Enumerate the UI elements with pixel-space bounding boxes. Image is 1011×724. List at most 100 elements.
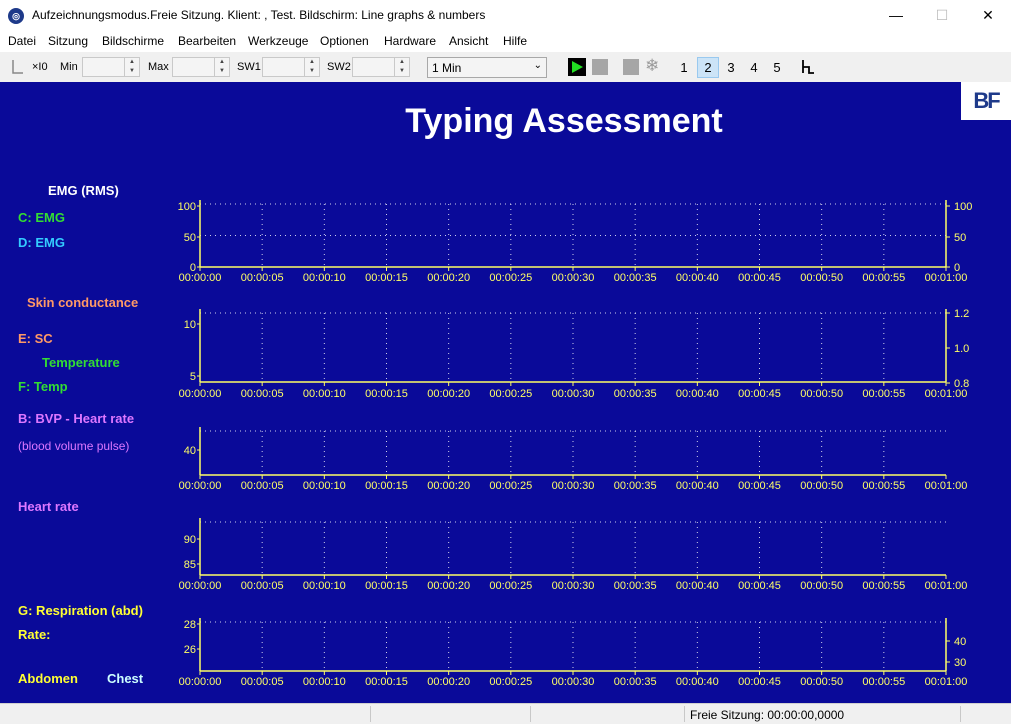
freeze-icon[interactable]: ❄ <box>645 56 659 76</box>
screen-2-button[interactable]: 2 <box>697 57 719 78</box>
menu-hardware[interactable]: Hardware <box>384 34 436 48</box>
menu-optionen[interactable]: Optionen <box>320 34 369 48</box>
stop-button[interactable] <box>592 59 608 75</box>
x-tick-label: 00:00:35 <box>614 480 657 492</box>
status-bar: Freie Sitzung: 00:00:00,0000 <box>0 703 1011 724</box>
menu-ansicht[interactable]: Ansicht <box>449 34 488 48</box>
x-tick-label: 00:00:20 <box>427 480 470 492</box>
x10-label[interactable]: ×I0 <box>32 61 48 73</box>
scale-icon[interactable] <box>10 59 24 75</box>
x-tick-label: 00:00:00 <box>179 580 222 592</box>
x-tick-label: 00:00:40 <box>676 580 719 592</box>
display-screen: Typing Assessment BF EMG (RMS) C: EMG D:… <box>0 82 1011 703</box>
x-tick-label: 00:00:20 <box>427 388 470 400</box>
x-tick-label: 00:00:15 <box>365 676 408 688</box>
maximize-button[interactable]: ☐ <box>919 0 965 31</box>
menu-bar: Datei Sitzung Bildschirme Bearbeiten Wer… <box>0 31 1011 52</box>
y-tick-label-left: 90 <box>184 534 196 546</box>
x-tick-label: 00:00:55 <box>862 388 905 400</box>
menu-datei[interactable]: Datei <box>8 34 36 48</box>
x-tick-label: 00:00:55 <box>862 580 905 592</box>
y-tick-label-left: 5 <box>190 371 196 383</box>
x-tick-label: 00:00:25 <box>489 676 532 688</box>
x-tick-label: 00:00:10 <box>303 480 346 492</box>
x-tick-label: 00:00:30 <box>552 272 595 284</box>
x-tick-label: 00:00:15 <box>365 272 408 284</box>
x-tick-label: 00:00:15 <box>365 480 408 492</box>
x-tick-label: 00:00:10 <box>303 272 346 284</box>
title-bar: ◎ Aufzeichnungsmodus.Freie Sitzung. Klie… <box>0 0 1011 31</box>
sw2-spinner[interactable]: ▲ ▼ <box>352 57 410 77</box>
x-tick-label: 00:00:35 <box>614 388 657 400</box>
x-tick-label: 00:00:05 <box>241 480 284 492</box>
x-tick-label: 00:00:35 <box>614 272 657 284</box>
x-tick-label: 00:00:30 <box>552 388 595 400</box>
chevron-down-icon: ⌄ <box>533 60 542 71</box>
y-tick-label-right: 1.2 <box>954 308 969 320</box>
screen-1-button[interactable]: 1 <box>673 57 695 78</box>
x-tick-label: 00:00:25 <box>489 580 532 592</box>
y-tick-label-left: 85 <box>184 559 196 571</box>
max-spinner[interactable]: ▲ ▼ <box>172 57 230 77</box>
x-tick-label: 00:00:10 <box>303 580 346 592</box>
minimize-button[interactable]: — <box>873 0 919 31</box>
y-tick-label-left: 10 <box>184 319 196 331</box>
x-tick-label: 00:00:50 <box>800 480 843 492</box>
menu-hilfe[interactable]: Hilfe <box>503 34 527 48</box>
x-tick-label: 00:01:00 <box>925 272 968 284</box>
y-tick-label-right: 40 <box>954 636 966 648</box>
y-tick-label-right: 1.0 <box>954 343 969 355</box>
y-tick-label-right: 0.8 <box>954 378 969 390</box>
time-range-select[interactable]: 1 Min ⌄ <box>427 57 547 78</box>
y-tick-label-left: 100 <box>178 201 196 213</box>
x-tick-label: 00:01:00 <box>925 580 968 592</box>
y-tick-label-left: 26 <box>184 644 196 656</box>
y-tick-label-right: 30 <box>954 657 966 669</box>
x-tick-label: 00:00:20 <box>427 272 470 284</box>
x-tick-label: 00:00:40 <box>676 676 719 688</box>
screen-4-button[interactable]: 4 <box>743 57 765 78</box>
menu-sitzung[interactable]: Sitzung <box>48 34 88 48</box>
x-tick-label: 00:00:15 <box>365 388 408 400</box>
sw2-label: SW2 <box>327 61 351 73</box>
y-tick-label-right: 100 <box>954 201 972 213</box>
x-tick-label: 00:01:00 <box>925 480 968 492</box>
x-tick-label: 00:00:40 <box>676 272 719 284</box>
x-tick-label: 00:00:30 <box>552 480 595 492</box>
graph-area: 00:00:00 00:00:05 00:00:10 00:00:15 00:00:20… <box>178 200 972 688</box>
menu-bildschirme[interactable]: Bildschirme <box>102 34 164 48</box>
x-tick-label: 00:00:45 <box>738 580 781 592</box>
app-icon[interactable]: ◎ <box>8 8 24 24</box>
x-tick-label: 00:00:30 <box>552 676 595 688</box>
pause-button[interactable] <box>623 59 639 75</box>
x-tick-label: 00:00:55 <box>862 676 905 688</box>
x-tick-label: 00:00:25 <box>489 272 532 284</box>
step-icon[interactable] <box>800 58 816 76</box>
x-tick-label: 00:00:05 <box>241 580 284 592</box>
x-tick-label: 00:00:50 <box>800 388 843 400</box>
menu-bearbeiten[interactable]: Bearbeiten <box>178 34 236 48</box>
menu-werkzeuge[interactable]: Werkzeuge <box>248 34 308 48</box>
x-tick-label: 00:00:45 <box>738 676 781 688</box>
x-tick-label: 00:00:50 <box>800 676 843 688</box>
x-tick-label: 00:00:50 <box>800 272 843 284</box>
x-tick-label: 00:00:55 <box>862 480 905 492</box>
screen-5-button[interactable]: 5 <box>766 57 788 78</box>
x-tick-label: 00:00:35 <box>614 676 657 688</box>
x-tick-label: 00:00:55 <box>862 272 905 284</box>
close-button[interactable]: ✕ <box>965 0 1011 31</box>
y-tick-label-left: 50 <box>184 232 196 244</box>
x-tick-label: 00:00:00 <box>179 676 222 688</box>
y-tick-label-right: 50 <box>954 232 966 244</box>
min-spinner[interactable]: ▲ ▼ <box>82 57 140 77</box>
x-tick-label: 00:00:00 <box>179 272 222 284</box>
x-tick-label: 00:00:25 <box>489 388 532 400</box>
y-tick-label-left: 0 <box>190 262 196 274</box>
x-tick-label: 00:00:10 <box>303 388 346 400</box>
x-tick-label: 00:00:20 <box>427 676 470 688</box>
play-button[interactable] <box>568 58 586 76</box>
sw1-spinner[interactable]: ▲ ▼ <box>262 57 320 77</box>
x-tick-label: 00:00:05 <box>241 272 284 284</box>
sw1-label: SW1 <box>237 61 261 73</box>
screen-3-button[interactable]: 3 <box>720 57 742 78</box>
